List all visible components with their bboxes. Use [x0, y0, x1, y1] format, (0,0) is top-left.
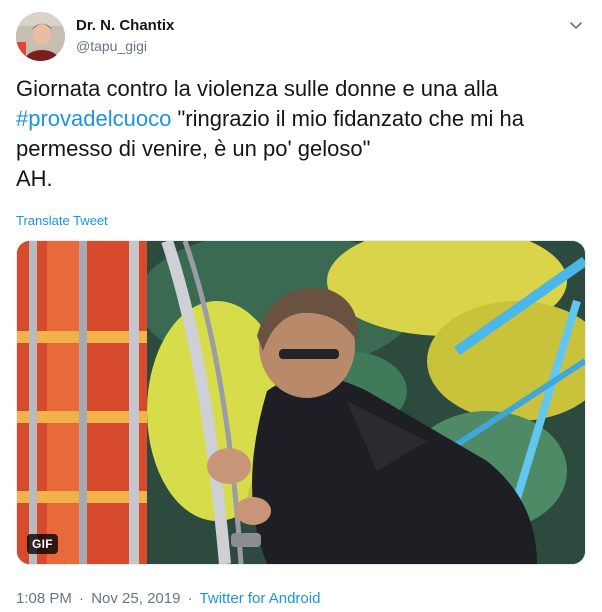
separator: ·: [79, 590, 85, 607]
tweet-text-line: permesso di venire, è un po' geloso": [16, 136, 371, 161]
tweet-text: Giornata contro la violenza sulle donne …: [16, 74, 584, 194]
tweet-metadata: 1:08 PM · Nov 25, 2019 · Twitter for And…: [16, 590, 320, 608]
tweet-date[interactable]: Nov 25, 2019: [91, 590, 180, 607]
chevron-down-icon[interactable]: [566, 16, 586, 36]
tweet-text-line: AH.: [16, 166, 53, 191]
tweet-text-fragment: "ringrazio il mio fidanzato che mi ha: [171, 106, 524, 131]
separator: ·: [187, 590, 193, 607]
hashtag-link[interactable]: #provadelcuoco: [16, 106, 171, 131]
tweet-card: Dr. N. Chantix @tapu_gigi Giornata contr…: [0, 0, 602, 612]
translate-tweet-link[interactable]: Translate Tweet: [16, 213, 108, 229]
tweet-text-line: Giornata contro la violenza sulle donne …: [16, 76, 498, 101]
tweet-time[interactable]: 1:08 PM: [16, 590, 72, 607]
author-display-name[interactable]: Dr. N. Chantix: [76, 17, 174, 35]
gif-media[interactable]: GIF: [16, 240, 586, 565]
tweet-text-line: #provadelcuoco "ringrazio il mio fidanza…: [16, 104, 584, 134]
author-handle[interactable]: @tapu_gigi: [76, 37, 147, 55]
gif-badge: GIF: [27, 534, 58, 554]
avatar[interactable]: [16, 12, 65, 61]
tweet-source-link[interactable]: Twitter for Android: [200, 590, 321, 607]
